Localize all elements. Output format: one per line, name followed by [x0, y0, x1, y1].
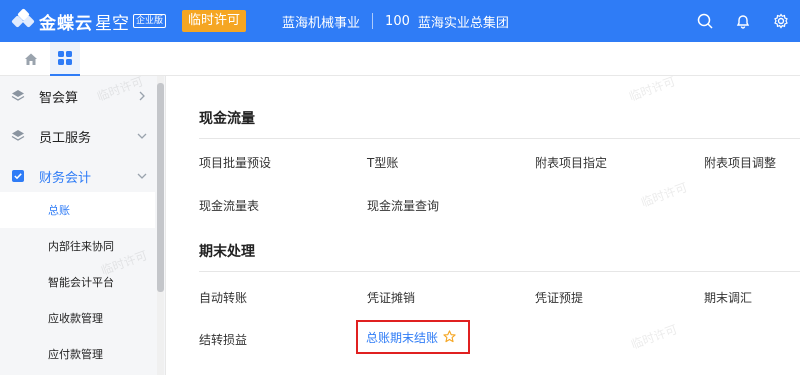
chevron-down-icon	[135, 169, 149, 183]
license-badge[interactable]: 临时许可	[182, 10, 247, 32]
menu-item[interactable]: 项目批量预设	[199, 154, 271, 171]
checkbox-icon	[11, 169, 25, 183]
org-code[interactable]: 100	[385, 14, 410, 29]
section-title-cash-flow: 现金流量	[199, 111, 255, 127]
home-icon[interactable]	[18, 42, 44, 76]
menu-item[interactable]: 凭证预提	[535, 289, 583, 306]
sidebar-group-zhihuisuan[interactable]: 智会算	[0, 76, 155, 116]
org-name[interactable]: 蓝海机械事业	[282, 12, 360, 31]
tab-bar	[0, 42, 800, 76]
layers-icon	[11, 129, 25, 143]
section-title-period-end: 期末处理	[199, 244, 255, 260]
bell-icon[interactable]	[734, 12, 752, 30]
menu-item[interactable]: T型账	[367, 154, 398, 171]
menu-item[interactable]: 附表项目调整	[704, 154, 776, 171]
menu-item[interactable]: 自动转账	[199, 289, 247, 306]
chevron-right-icon	[135, 89, 149, 103]
sidebar-group-finance-accounting[interactable]: 财务会计	[0, 156, 155, 196]
sidebar-item-smart-accounting[interactable]: 智能会计平台	[0, 264, 155, 300]
sidebar: 智会算 员工服务 财务会计 总账 内部往来协同 智能会计平台 应收款管理 应付款…	[0, 76, 166, 375]
sidebar-item-receivables[interactable]: 应收款管理	[0, 300, 155, 336]
menu-item[interactable]: 附表项目指定	[535, 154, 607, 171]
top-bar: 金蝶云 星空 企业版 临时许可 蓝海机械事业 100 蓝海实业总集团	[0, 0, 800, 42]
sidebar-group-label: 财务会计	[39, 170, 92, 186]
header-separator	[372, 13, 374, 29]
menu-item[interactable]: 凭证摊销	[367, 289, 415, 306]
section-divider	[199, 271, 800, 272]
kingdee-logo-icon	[11, 8, 35, 32]
menu-item[interactable]: 期末调汇	[704, 289, 752, 306]
header-actions	[696, 0, 790, 42]
scrollbar-thumb[interactable]	[157, 83, 164, 292]
main-content: 现金流量 项目批量预设 T型账 附表项目指定 附表项目调整 现金流量表 现金流量…	[167, 76, 800, 375]
sidebar-group-label: 员工服务	[39, 130, 92, 146]
search-icon[interactable]	[696, 12, 714, 30]
menu-item[interactable]: 现金流量表	[199, 197, 259, 214]
star-icon[interactable]	[443, 328, 456, 347]
sidebar-scrollbar[interactable]	[157, 76, 164, 375]
sidebar-group-label: 智会算	[39, 90, 79, 106]
group-name[interactable]: 蓝海实业总集团	[418, 12, 509, 31]
edition-badge: 企业版	[133, 14, 167, 28]
sidebar-item-payables[interactable]: 应付款管理	[0, 336, 155, 372]
section-divider	[199, 138, 800, 139]
sidebar-item-general-ledger[interactable]: 总账	[0, 192, 155, 228]
menu-item[interactable]: 结转损益	[199, 331, 247, 348]
apps-grid-icon[interactable]	[50, 42, 80, 76]
menu-item-label: 总账期末结账	[366, 330, 439, 345]
menu-item[interactable]: 现金流量查询	[367, 197, 439, 214]
brand-name: 金蝶云	[39, 13, 93, 34]
sidebar-group-employee-service[interactable]: 员工服务	[0, 116, 155, 156]
menu-item-highlighted[interactable]: 总账期末结账	[356, 320, 470, 354]
settings-icon[interactable]	[772, 12, 790, 30]
brand-logo[interactable]: 金蝶云 星空 企业版	[11, 0, 167, 42]
sidebar-item-internal-transactions[interactable]: 内部往来协同	[0, 228, 155, 264]
chevron-down-icon	[135, 129, 149, 143]
layers-icon	[11, 89, 25, 103]
brand-product: 星空	[95, 13, 129, 34]
